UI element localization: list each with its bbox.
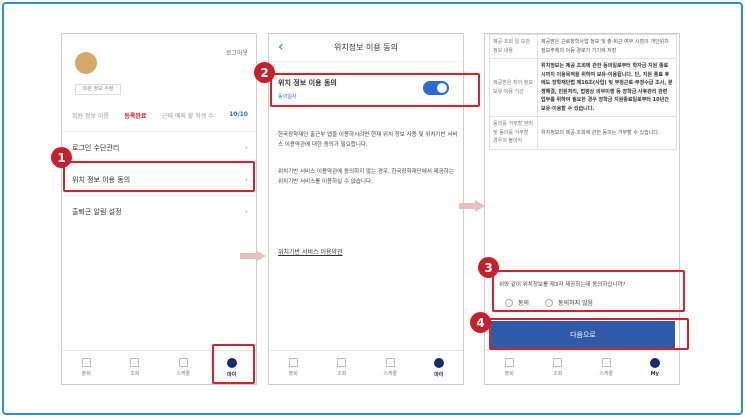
- tab-search[interactable]: 조회: [119, 358, 151, 377]
- table-key: 제공받은 자의 정보 보유·이용 기간: [489, 58, 538, 117]
- tab-label: 마이: [434, 371, 444, 378]
- table-key: 제공·조회 일 보관 정보 내용: [489, 34, 538, 59]
- tab-attendance[interactable]: 출퇴: [493, 358, 525, 377]
- tab-my[interactable]: 마이: [423, 357, 455, 378]
- highlight-consent-radio: [492, 270, 685, 312]
- tab-label: 조회: [337, 371, 347, 377]
- stat-label-1: 회원 정보 이름: [72, 113, 109, 120]
- highlight-next-button: [489, 318, 689, 350]
- bottom-tab-bar: 출퇴 조회 스케줄 My: [485, 350, 679, 384]
- attendance-icon: [81, 358, 91, 367]
- highlight-consent-toggle: [270, 73, 480, 107]
- edit-profile-chip[interactable]: 회원 정보 수정: [75, 84, 121, 95]
- table-key: 동의를 거부할 권리 및 동의를 거부할 경우의 불이익: [489, 116, 538, 150]
- step-badge-2: 2: [254, 62, 275, 83]
- tab-label: 스케줄: [176, 371, 191, 377]
- user-icon: [649, 358, 660, 368]
- search-doc-icon: [337, 358, 347, 367]
- stat-label-2: 근태 예외 할 학생 수: [161, 113, 214, 120]
- consent-description-1: 한국장학재단 출근부 앱을 이용하시려면 현재 위치 정보 사용 및 위치기반 …: [278, 132, 458, 148]
- highlight-my-tab: [212, 344, 255, 384]
- table-row: 제공·조회 일 보관 정보 내용 제공받은 근로장학사업 정보 및 출·퇴근 여…: [489, 34, 677, 59]
- tab-search[interactable]: 조회: [542, 358, 574, 377]
- tab-attendance[interactable]: 출퇴: [277, 358, 309, 377]
- step-badge-4: 4: [470, 312, 491, 333]
- table-value: 위치정보는 제공 조회에 관한 동의일로부터 학자금 지원 종료 시까지 이용목…: [537, 58, 677, 117]
- consent-terms-table: 제공·조회 일 보관 정보 내용 제공받은 근로장학사업 정보 및 출·퇴근 여…: [489, 34, 677, 150]
- tab-label: 조회: [553, 371, 563, 377]
- calendar-icon: [178, 358, 188, 367]
- attendance-icon: [288, 358, 298, 367]
- chevron-right-icon: ›: [244, 207, 248, 216]
- step-badge-3: 3: [478, 257, 499, 278]
- avatar: [75, 52, 97, 74]
- search-doc-icon: [130, 358, 140, 367]
- back-arrow-icon[interactable]: ‹: [278, 39, 284, 55]
- tab-schedule[interactable]: 스케줄: [590, 358, 622, 377]
- menu-item-commute-alert[interactable]: 출퇴근 알림 설정 ›: [62, 195, 256, 227]
- page-title: 위치정보 이용 동의: [334, 43, 398, 52]
- table-row: 동의를 거부할 권리 및 동의를 거부할 경우의 불이익 위치정보의 제공·조회…: [489, 116, 677, 150]
- tab-schedule[interactable]: 스케줄: [167, 358, 199, 377]
- search-doc-icon: [553, 358, 563, 367]
- tab-label: My: [650, 371, 659, 377]
- tab-label: 출퇴: [504, 371, 514, 377]
- bottom-tab-bar: 출퇴 조회 스케줄 마이: [269, 350, 463, 384]
- table-value: 위치정보의 제공·조회에 관한 동의는 거부할 수 있습니다.: [537, 116, 677, 150]
- calendar-icon: [601, 358, 611, 367]
- highlight-location-menu: [63, 161, 255, 192]
- tab-schedule[interactable]: 스케줄: [374, 358, 406, 377]
- step-badge-1: 1: [51, 147, 72, 168]
- flow-arrow-icon: [459, 200, 485, 212]
- tab-my[interactable]: My: [639, 358, 671, 377]
- tab-label: 조회: [130, 371, 140, 377]
- logout-link[interactable]: 로그아웃: [226, 48, 248, 57]
- phone-my-page: 로그아웃 회원 정보 수정 회원 정보 이름 등록완료 근태 예외 할 학생 수…: [61, 33, 257, 385]
- tab-label: 출퇴: [81, 371, 91, 377]
- attendance-icon: [504, 358, 514, 367]
- tab-label: 출퇴: [288, 371, 298, 377]
- stat-value-1: 등록완료: [124, 113, 147, 120]
- table-value: 제공받은 근로장학사업 정보 및 출·퇴근 여부 시점의 개인위치정보주체의 이…: [537, 34, 677, 59]
- chevron-right-icon: ›: [244, 143, 248, 152]
- user-icon: [433, 357, 444, 368]
- stat-value-2: 10/10: [229, 111, 248, 118]
- menu-item-label: 로그인 수단관리: [72, 143, 120, 152]
- consent-description-2: 위치기반 서비스 이용약관에 동의하지 않는 경우, 한국장학재단에서 제공하는…: [278, 169, 454, 185]
- tab-label: 스케줄: [599, 371, 614, 377]
- page-header: ‹ 위치정보 이용 동의: [269, 34, 463, 62]
- tab-label: 스케줄: [383, 371, 398, 377]
- menu-item-label: 출퇴근 알림 설정: [72, 207, 122, 216]
- calendar-icon: [385, 358, 395, 367]
- flow-arrow-icon: [240, 250, 266, 262]
- stats-row: 회원 정보 이름 등록완료 근태 예외 할 학생 수 10/10: [72, 111, 248, 120]
- terms-link[interactable]: 위치기반 서비스 이용약관: [278, 247, 343, 256]
- tab-attendance[interactable]: 출퇴: [70, 358, 102, 377]
- table-row: 제공받은 자의 정보 보유·이용 기간 위치정보는 제공 조회에 관한 동의일로…: [489, 58, 677, 117]
- tab-search[interactable]: 조회: [326, 358, 358, 377]
- menu-item-login-method[interactable]: 로그인 수단관리 ›: [62, 131, 256, 163]
